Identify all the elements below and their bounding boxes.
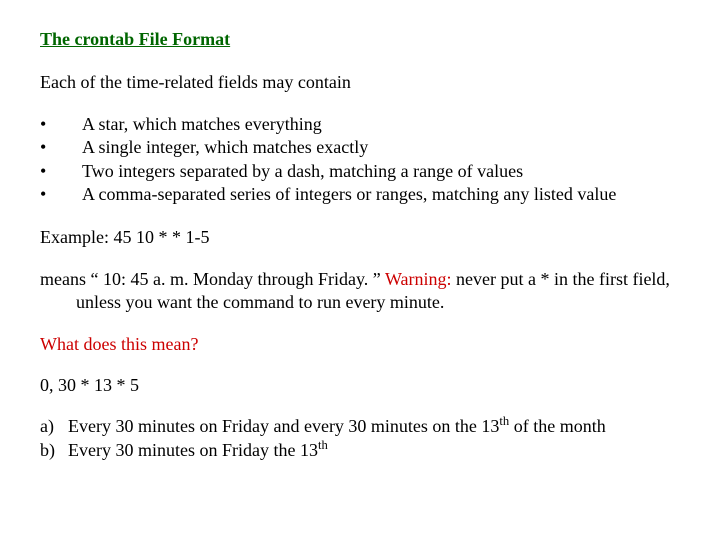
slide-page: The crontab File Format Each of the time… [0,0,720,462]
list-item: b) Every 30 minutes on Friday the 13th [40,439,684,462]
answer-text: Every 30 minutes on Friday the 13th [68,439,328,462]
answer-text-after: of the month [509,416,606,436]
answer-text: Every 30 minutes on Friday and every 30 … [68,415,606,438]
list-item: • Two integers separated by a dash, matc… [40,160,684,183]
answer-text-before: Every 30 minutes on Friday the 13 [68,440,318,460]
slide-title: The crontab File Format [40,28,684,51]
answer-text-before: Every 30 minutes on Friday and every 30 … [68,416,499,436]
bullet-icon: • [40,113,82,136]
answer-label: a) [40,415,68,438]
list-item: a) Every 30 minutes on Friday and every … [40,415,684,438]
list-item: • A comma-separated series of integers o… [40,183,684,206]
bullet-icon: • [40,160,82,183]
meaning-prefix: means “ 10: 45 a. m. Monday through Frid… [40,269,385,289]
bullet-text: A comma-separated series of integers or … [82,183,684,206]
bullet-text: A star, which matches everything [82,113,684,136]
list-item: • A single integer, which matches exactl… [40,136,684,159]
list-item: • A star, which matches everything [40,113,684,136]
bullet-icon: • [40,183,82,206]
answer-list: a) Every 30 minutes on Friday and every … [40,415,684,462]
meaning-line: means “ 10: 45 a. m. Monday through Frid… [40,268,684,315]
ordinal-suffix: th [318,438,328,452]
answer-label: b) [40,439,68,462]
bullet-text: A single integer, which matches exactly [82,136,684,159]
example-line: Example: 45 10 * * 1-5 [40,226,684,249]
intro-text: Each of the time-related fields may cont… [40,71,684,94]
bullet-text: Two integers separated by a dash, matchi… [82,160,684,183]
bullet-icon: • [40,136,82,159]
cron-expression: 0, 30 * 13 * 5 [40,374,684,397]
ordinal-suffix: th [499,414,509,428]
question-text: What does this mean? [40,333,684,356]
warning-label: Warning: [385,269,452,289]
bullet-list: • A star, which matches everything • A s… [40,113,684,207]
